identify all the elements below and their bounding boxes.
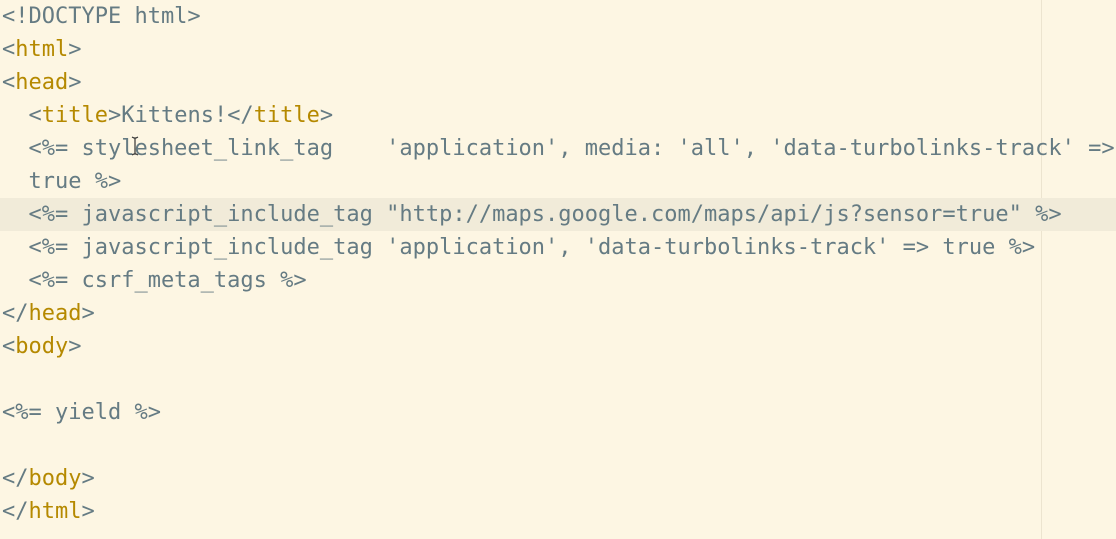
code-token: <%= stylesheet_link_tag 'application', m… bbox=[2, 136, 1115, 161]
code-token: >Kittens!</ bbox=[107, 103, 254, 128]
code-token: <%= yield %> bbox=[2, 400, 161, 425]
code-editor[interactable]: <!DOCTYPE html> <html> <head> <title>Kitte… bbox=[0, 0, 1116, 539]
code-line[interactable]: <%= javascript_include_tag 'application'… bbox=[0, 231, 1116, 264]
code-token: > bbox=[81, 466, 95, 491]
code-line[interactable]: true %> bbox=[0, 165, 1116, 198]
code-token: < bbox=[2, 103, 42, 128]
code-token: > bbox=[68, 37, 82, 62]
code-token: <!DOCTYPE html> bbox=[2, 4, 201, 29]
code-token: < bbox=[2, 70, 16, 95]
tag-name-token: html bbox=[28, 499, 82, 524]
text-ibeam-cursor-icon bbox=[131, 136, 139, 156]
code-line[interactable]: <%= yield %> bbox=[0, 396, 1116, 429]
code-line[interactable]: <body> bbox=[0, 330, 1116, 363]
code-token: > bbox=[68, 70, 82, 95]
tag-name-token: body bbox=[15, 334, 69, 359]
code-line-current[interactable]: <%= javascript_include_tag "http://maps.… bbox=[0, 198, 1116, 231]
code-token: > bbox=[81, 301, 95, 326]
tag-name-token: head bbox=[28, 301, 82, 326]
code-line[interactable]: <title>Kittens!</title> bbox=[0, 99, 1116, 132]
code-line[interactable]: <!DOCTYPE html> bbox=[0, 0, 1116, 33]
code-token: true %> bbox=[2, 169, 122, 194]
code-line[interactable]: <head> bbox=[0, 66, 1116, 99]
code-token: > bbox=[81, 499, 95, 524]
code-token: <%= csrf_meta_tags %> bbox=[2, 268, 307, 293]
code-token: </ bbox=[2, 466, 29, 491]
code-line[interactable]: <html> bbox=[0, 33, 1116, 66]
code-token: </ bbox=[2, 301, 29, 326]
code-token: > bbox=[319, 103, 334, 128]
code-line[interactable]: </html> bbox=[0, 495, 1116, 528]
code-line[interactable]: </head> bbox=[0, 297, 1116, 330]
code-token: < bbox=[2, 37, 16, 62]
code-line[interactable] bbox=[0, 429, 1116, 462]
tag-name-token: head bbox=[15, 70, 69, 95]
code-token: </ bbox=[2, 499, 29, 524]
tag-name-token: title bbox=[253, 103, 320, 128]
code-line[interactable] bbox=[0, 363, 1116, 396]
tag-name-token: title bbox=[41, 103, 108, 128]
code-token: > bbox=[68, 334, 82, 359]
code-line[interactable]: </body> bbox=[0, 462, 1116, 495]
code-token: <%= javascript_include_tag "http://maps.… bbox=[2, 202, 1062, 227]
tag-name-token: body bbox=[28, 466, 82, 491]
code-line[interactable]: <%= stylesheet_link_tag 'application', m… bbox=[0, 132, 1116, 165]
code-token: < bbox=[2, 334, 16, 359]
code-line[interactable]: <%= csrf_meta_tags %> bbox=[0, 264, 1116, 297]
code-token: <%= javascript_include_tag 'application'… bbox=[2, 235, 1036, 260]
tag-name-token: html bbox=[15, 37, 69, 62]
